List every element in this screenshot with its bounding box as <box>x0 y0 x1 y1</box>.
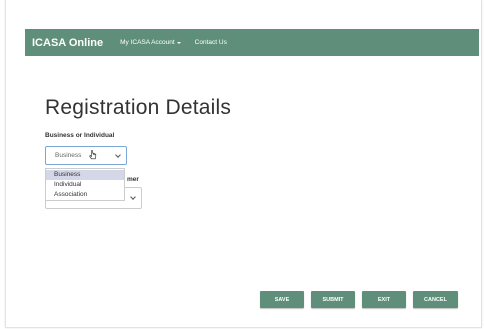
business-type-dropdown: Business Individual Association <box>45 168 125 201</box>
cancel-button[interactable]: CANCEL <box>413 291 458 308</box>
pointer-cursor-icon <box>89 150 97 160</box>
nav-my-account-label: My ICASA Account <box>120 39 175 46</box>
brand-logo[interactable]: ICASA Online <box>32 37 103 49</box>
nav-contact-us[interactable]: Contact Us <box>195 39 227 46</box>
save-button[interactable]: SAVE <box>260 291 304 308</box>
business-or-individual-label: Business or Individual <box>45 132 115 139</box>
business-or-individual-select[interactable]: Business <box>45 146 127 165</box>
chevron-down-icon <box>130 194 136 200</box>
option-individual[interactable]: Individual <box>46 180 124 190</box>
option-business[interactable]: Business <box>46 170 124 180</box>
top-navbar: ICASA Online My ICASA Account Contact Us <box>25 29 479 56</box>
exit-button[interactable]: EXIT <box>362 291 406 308</box>
select-value: Business <box>55 152 82 159</box>
option-association[interactable]: Association <box>46 190 124 200</box>
page-title: Registration Details <box>45 96 232 119</box>
caret-down-icon <box>176 41 181 44</box>
chevron-down-icon <box>115 152 121 158</box>
app-window: ICASA Online My ICASA Account Contact Us… <box>5 0 482 328</box>
nav-my-account[interactable]: My ICASA Account <box>120 39 181 46</box>
submit-button[interactable]: SUBMIT <box>311 291 355 308</box>
second-field-label: mer <box>127 176 139 183</box>
